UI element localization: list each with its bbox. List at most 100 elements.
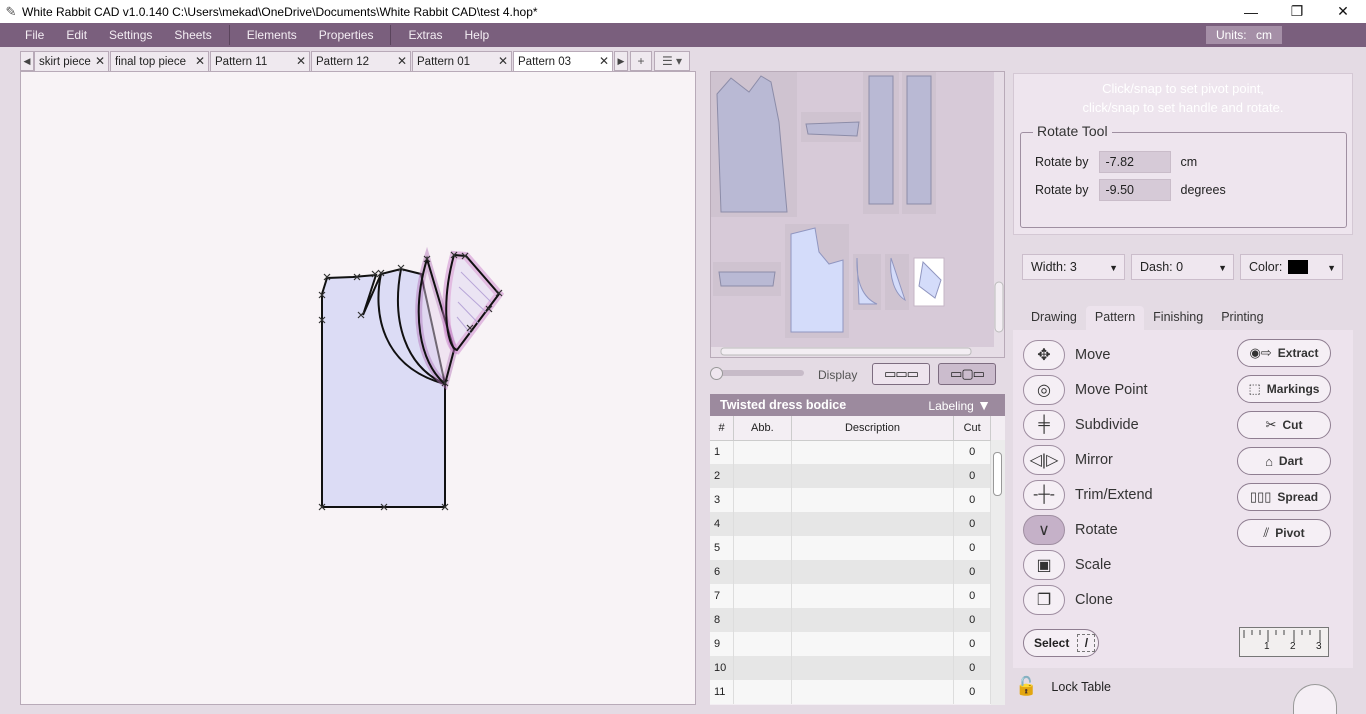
cell-cut[interactable]: 0: [953, 440, 991, 464]
table-row[interactable]: 10 0: [710, 656, 991, 680]
move-point-tool[interactable]: ◎ Move Point: [1023, 374, 1148, 406]
menu-help[interactable]: Help: [454, 28, 501, 42]
rotate-tool[interactable]: ∨ Rotate: [1023, 514, 1118, 546]
rotate-distance-input[interactable]: [1098, 151, 1171, 173]
subdivide-tool[interactable]: ╪ Subdivide: [1023, 409, 1139, 441]
cell-num[interactable]: 4: [710, 512, 735, 536]
table-row[interactable]: 10: [710, 440, 991, 464]
ruler-icon[interactable]: 1 2 3: [1239, 627, 1329, 657]
tab-pattern-01[interactable]: Pattern 01 ✕: [412, 51, 512, 71]
cell-abb[interactable]: [733, 680, 792, 704]
cell-abb[interactable]: [733, 584, 792, 608]
cell-description[interactable]: [791, 656, 955, 680]
cell-cut[interactable]: 0: [953, 536, 991, 560]
cell-cut[interactable]: 0: [953, 464, 991, 488]
zoom-slider-handle[interactable]: [710, 367, 723, 380]
line-width-select[interactable]: Width: 3 ▼: [1022, 254, 1125, 280]
column-header[interactable]: Abb.: [733, 416, 792, 441]
cell-cut[interactable]: 0: [953, 680, 991, 704]
menu-elements[interactable]: Elements: [236, 28, 308, 42]
table-row[interactable]: 11 0: [710, 680, 991, 704]
table-row[interactable]: 80: [710, 608, 991, 632]
pattern-thumbnails-panel[interactable]: [710, 71, 1005, 358]
labeling-dropdown[interactable]: Labeling ▼: [928, 397, 991, 413]
pivot-button[interactable]: ⫽ Pivot: [1237, 519, 1331, 547]
drawing-canvas[interactable]: [20, 71, 696, 705]
tab-finishing[interactable]: Finishing: [1144, 306, 1212, 330]
cell-num[interactable]: 6: [710, 560, 735, 584]
tab-drawing[interactable]: Drawing: [1022, 306, 1086, 330]
tab-scroll-left-button[interactable]: ◀: [20, 51, 34, 71]
cell-description[interactable]: [791, 680, 955, 704]
units-indicator[interactable]: Units: cm: [1205, 26, 1282, 44]
cell-abb[interactable]: [733, 656, 792, 680]
cell-abb[interactable]: [733, 608, 792, 632]
cell-description[interactable]: [791, 536, 955, 560]
close-icon[interactable]: ✕: [195, 54, 205, 68]
cell-abb[interactable]: [733, 488, 792, 512]
cell-num[interactable]: 11: [710, 680, 735, 704]
cell-cut[interactable]: 0: [953, 488, 991, 512]
tab-skirt-piece[interactable]: skirt piece ✕: [34, 51, 109, 71]
close-icon[interactable]: ✕: [95, 54, 105, 68]
cell-num[interactable]: 2: [710, 464, 735, 488]
cell-abb[interactable]: [733, 536, 792, 560]
clone-tool[interactable]: ❐ Clone: [1023, 584, 1113, 616]
move-tool[interactable]: ✥ Move: [1023, 339, 1110, 371]
tab-scroll-right-button[interactable]: ▶: [614, 51, 628, 71]
rotate-angle-input[interactable]: [1098, 179, 1171, 201]
table-vscrollbar[interactable]: [991, 440, 1005, 705]
table-scroll-thumb[interactable]: [993, 452, 1002, 496]
minimize-button[interactable]: —: [1228, 0, 1274, 23]
cell-cut[interactable]: 0: [953, 608, 991, 632]
tab-printing[interactable]: Printing: [1212, 306, 1272, 330]
close-icon[interactable]: ✕: [498, 54, 508, 68]
table-row[interactable]: 70: [710, 584, 991, 608]
cell-abb[interactable]: [733, 464, 792, 488]
cell-num[interactable]: 7: [710, 584, 735, 608]
grid-view-button[interactable]: ▭▭▭: [872, 363, 930, 385]
cell-num[interactable]: 9: [710, 632, 735, 656]
column-header[interactable]: Description: [791, 416, 955, 441]
tab-final-top-piece[interactable]: final top piece ✕: [110, 51, 209, 71]
cell-abb[interactable]: [733, 440, 792, 464]
tab-pattern-12[interactable]: Pattern 12 ✕: [311, 51, 411, 71]
cell-description[interactable]: [791, 440, 955, 464]
cell-description[interactable]: [791, 560, 955, 584]
table-row[interactable]: 30: [710, 488, 991, 512]
cell-abb[interactable]: [733, 512, 792, 536]
cell-description[interactable]: [791, 464, 955, 488]
table-row[interactable]: 50: [710, 536, 991, 560]
markings-button[interactable]: ⬚ Markings: [1237, 375, 1331, 403]
tab-pattern-03[interactable]: Pattern 03 ✕: [513, 51, 613, 71]
cell-description[interactable]: [791, 488, 955, 512]
trim-extend-tool[interactable]: -┼- Trim/Extend: [1023, 479, 1153, 511]
cell-cut[interactable]: 0: [953, 584, 991, 608]
cell-description[interactable]: [791, 512, 955, 536]
tab-menu-button[interactable]: ☰ ▾: [654, 51, 690, 71]
close-icon[interactable]: ✕: [296, 54, 306, 68]
spread-button[interactable]: ▯▯▯ Spread: [1237, 483, 1331, 511]
menu-sheets[interactable]: Sheets: [163, 28, 222, 42]
cell-cut[interactable]: 0: [953, 512, 991, 536]
add-tab-button[interactable]: +: [630, 51, 652, 71]
cell-description[interactable]: [791, 608, 955, 632]
cell-abb[interactable]: [733, 560, 792, 584]
menu-file[interactable]: File: [14, 28, 55, 42]
menu-extras[interactable]: Extras: [397, 28, 453, 42]
tab-pattern[interactable]: Pattern: [1085, 306, 1145, 330]
lock-table-toggle[interactable]: 🔓 Lock Table: [1015, 676, 1111, 697]
zoom-slider[interactable]: [716, 370, 804, 376]
extract-button[interactable]: ◉⇨ Extract: [1237, 339, 1331, 367]
column-header[interactable]: #: [710, 416, 735, 441]
close-icon[interactable]: ✕: [397, 54, 407, 68]
table-row[interactable]: 40: [710, 512, 991, 536]
mirror-tool[interactable]: ◁|▷ Mirror: [1023, 444, 1113, 476]
restore-button[interactable]: ❐: [1274, 0, 1320, 23]
cell-description[interactable]: [791, 632, 955, 656]
table-row[interactable]: 60: [710, 560, 991, 584]
menu-settings[interactable]: Settings: [98, 28, 163, 42]
cell-num[interactable]: 5: [710, 536, 735, 560]
close-button[interactable]: ✕: [1320, 0, 1366, 23]
menu-edit[interactable]: Edit: [55, 28, 98, 42]
